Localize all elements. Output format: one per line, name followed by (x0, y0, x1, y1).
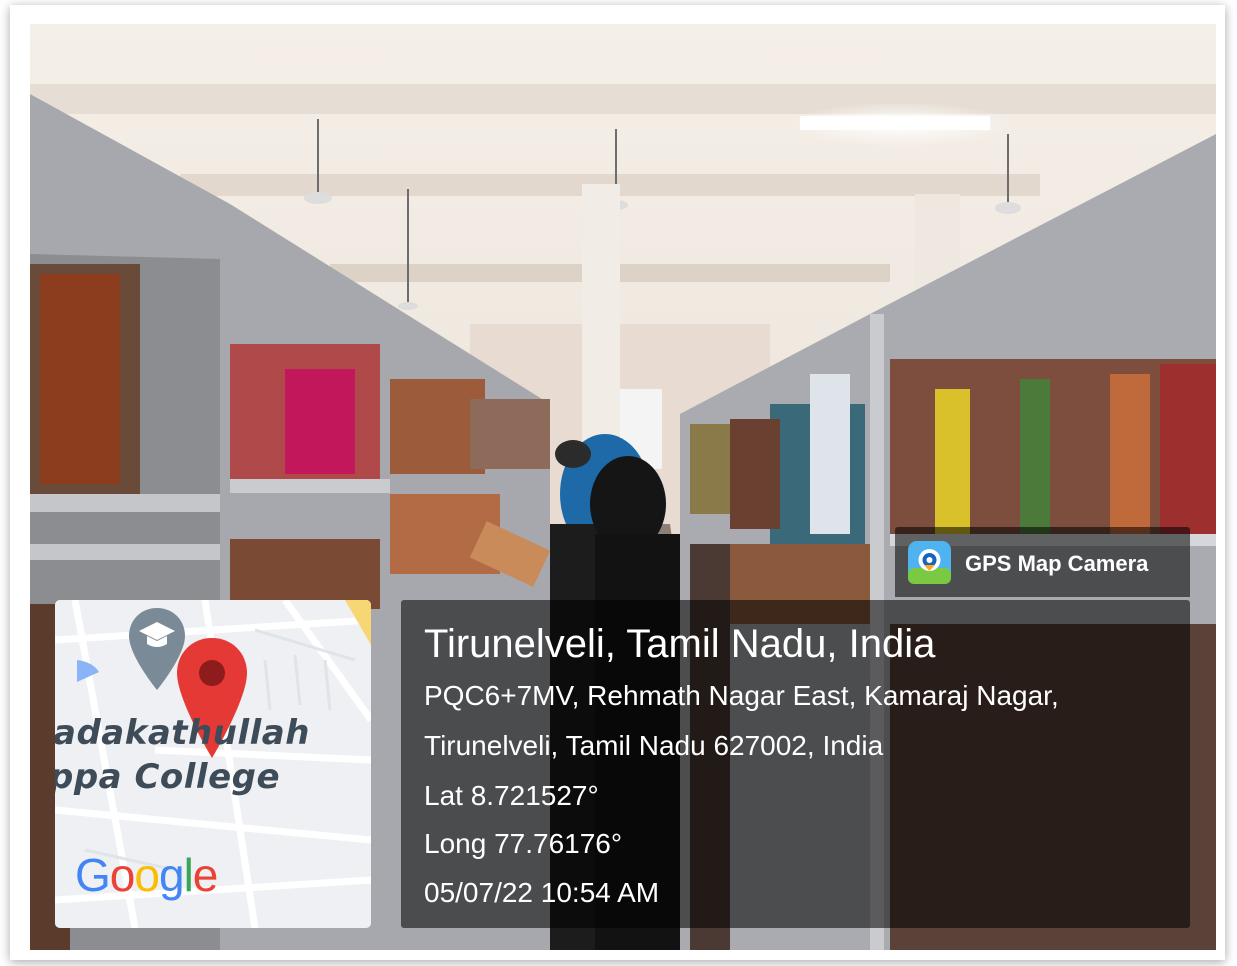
latitude-text: Lat 8.721527° (424, 780, 599, 811)
location-title: Tirunelveli, Tamil Nadu, India (424, 622, 936, 666)
google-logo: Google (75, 849, 218, 901)
gps-map-camera-badge: GPS Map Camera (895, 527, 1190, 597)
mini-map: adakathullah ppa College Google (55, 600, 371, 928)
map-label-line-2: ppa College (55, 757, 281, 797)
map-label-line-1: adakathullah (55, 713, 310, 753)
gps-map-camera-label: GPS Map Camera (965, 551, 1149, 576)
gps-map-camera-icon (908, 541, 951, 584)
address-line-1: PQC6+7MV, Rehmath Nagar East, Kamaraj Na… (424, 680, 1059, 711)
location-info-panel: Tirunelveli, Tamil Nadu, India PQC6+7MV,… (401, 600, 1190, 928)
address-line-2: Tirunelveli, Tamil Nadu 627002, India (424, 730, 884, 761)
longitude-text: Long 77.76176° (424, 828, 623, 859)
datetime-text: 05/07/22 10:54 AM (424, 877, 660, 908)
